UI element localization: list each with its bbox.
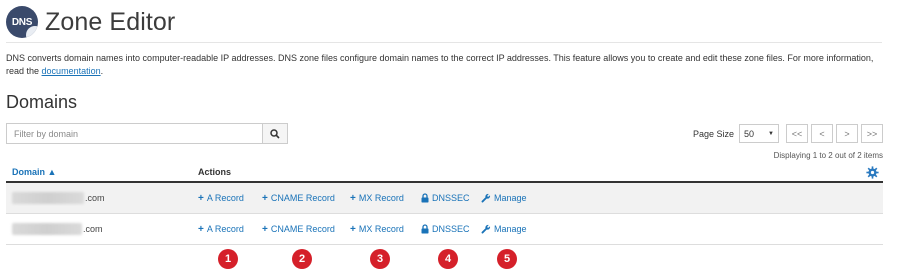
redacted-domain-name <box>12 223 82 235</box>
description-end: . <box>100 66 104 76</box>
section-title: Domains <box>6 92 78 112</box>
row-actions: + A Record 1 + CNAME Record 2 + MX Record 3 DN… <box>198 214 527 269</box>
mx-record-button[interactable]: + MX Record <box>350 193 421 204</box>
prev-page-button[interactable]: < <box>811 124 833 143</box>
next-page-button[interactable]: > <box>836 124 858 143</box>
gear-icon[interactable] <box>866 166 879 179</box>
column-header-domain[interactable]: Domain ▲ <box>6 167 198 177</box>
domain-suffix: .com <box>85 193 105 203</box>
callout-badge-3: 3 <box>370 248 390 269</box>
cname-record-button[interactable]: + CNAME Record 2 <box>262 223 350 269</box>
domain-suffix: .com <box>83 224 103 234</box>
page-size-select[interactable]: 50 ▼ <box>739 124 779 143</box>
plus-icon: + <box>350 192 356 204</box>
page-size-value: 50 <box>744 128 755 139</box>
manage-label: Manage <box>494 193 527 203</box>
page-description: DNS converts domain names into computer-… <box>6 52 886 78</box>
dns-app-icon: DNS <box>6 6 38 38</box>
plus-icon: + <box>262 192 268 204</box>
a-record-button[interactable]: + A Record 1 <box>198 223 262 269</box>
results-count: Displaying 1 to 2 out of 2 items <box>773 151 883 160</box>
a-record-button[interactable]: + A Record <box>198 193 262 204</box>
app-icon-text: DNS <box>11 16 33 28</box>
callout-badge-1: 1 <box>218 248 238 269</box>
callout-badge-5: 5 <box>497 249 517 269</box>
plus-icon: + <box>198 223 204 235</box>
domain-cell: .com <box>6 192 198 204</box>
callout-badge-2: 2 <box>292 248 312 269</box>
search-group <box>6 123 288 144</box>
page-size-label: Page Size <box>692 128 734 139</box>
a-record-label: A Record <box>206 224 244 234</box>
dnssec-label: DNSSEC <box>432 224 470 234</box>
first-page-button[interactable]: << <box>786 124 808 143</box>
page-title: Zone Editor <box>45 7 176 36</box>
dnssec-button[interactable]: DNSSEC <box>421 193 481 203</box>
redacted-domain-name <box>12 192 84 204</box>
table-row: .com + A Record 1 + CNAME Record 2 + MX Recor… <box>6 214 883 269</box>
header-divider <box>6 42 882 43</box>
cname-record-button[interactable]: + CNAME Record <box>262 193 350 204</box>
pagination: Page Size 50 ▼ << < > >> <box>693 124 883 143</box>
description-text: DNS converts domain names into computer-… <box>6 53 874 76</box>
page-header: DNS Zone Editor <box>6 4 175 40</box>
cname-record-label: CNAME Record <box>270 193 335 203</box>
caret-down-icon: ▼ <box>768 130 774 137</box>
dnssec-button[interactable]: DNSSEC 4 <box>421 224 481 269</box>
mx-record-label: MX Record <box>358 224 404 234</box>
search-input[interactable] <box>6 123 262 144</box>
domains-table: Domain ▲ Actions .com + A Record + CNAME R… <box>6 163 883 269</box>
lock-icon <box>421 224 429 234</box>
dnssec-label: DNSSEC <box>432 193 470 203</box>
callout-badge-4: 4 <box>438 249 458 269</box>
table-header: Domain ▲ Actions <box>6 163 883 183</box>
table-row: .com + A Record + CNAME Record + MX Record … <box>6 183 883 214</box>
manage-label: Manage <box>494 224 527 234</box>
plus-icon: + <box>198 192 204 204</box>
wrench-icon <box>481 224 491 234</box>
row-actions: + A Record + CNAME Record + MX Record DNSSE… <box>198 183 527 213</box>
a-record-label: A Record <box>206 193 244 203</box>
plus-icon: + <box>350 223 356 235</box>
column-header-actions: Actions <box>198 167 232 177</box>
manage-button[interactable]: Manage 5 <box>481 224 527 269</box>
search-button[interactable] <box>262 123 288 144</box>
wrench-icon <box>481 193 491 203</box>
mx-record-label: MX Record <box>358 193 404 203</box>
documentation-link[interactable]: documentation <box>42 66 101 76</box>
cname-record-label: CNAME Record <box>270 224 335 234</box>
domain-cell: .com <box>6 223 198 235</box>
manage-button[interactable]: Manage <box>481 193 527 203</box>
lock-icon <box>421 193 429 203</box>
search-icon <box>270 128 280 139</box>
plus-icon: + <box>262 223 268 235</box>
mx-record-button[interactable]: + MX Record 3 <box>350 223 421 269</box>
last-page-button[interactable]: >> <box>861 124 883 143</box>
